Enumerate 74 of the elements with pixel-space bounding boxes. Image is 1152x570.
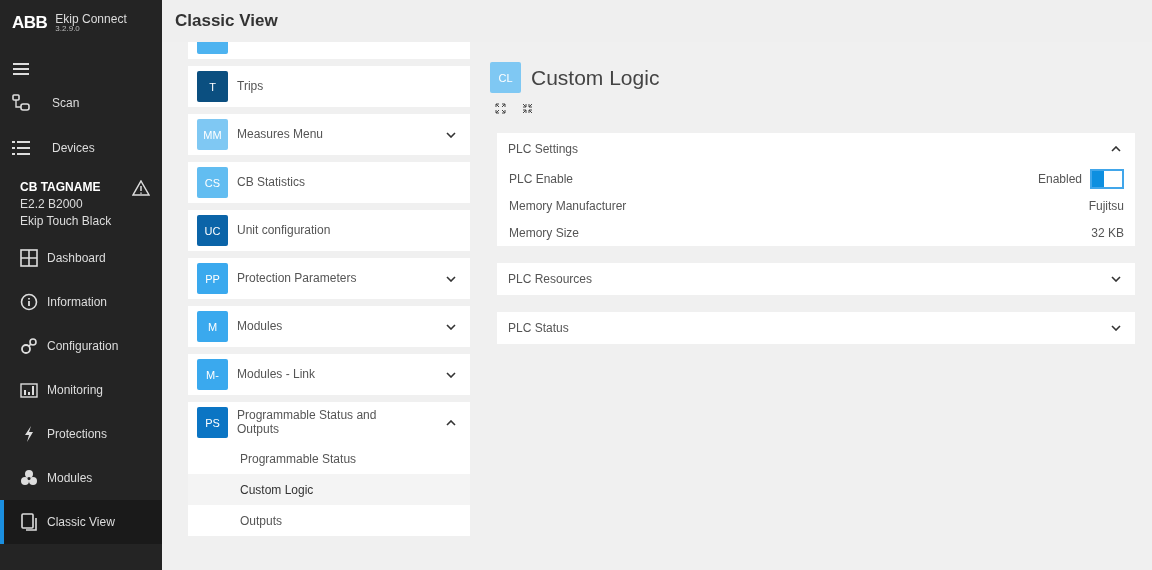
- menu-label: Modules - Link: [237, 367, 317, 382]
- app-version: 3.2.9.0: [55, 25, 81, 34]
- submenu-item[interactable]: Custom Logic: [188, 474, 470, 505]
- setting-value: Enabled: [1037, 171, 1082, 186]
- chevron-icon[interactable]: [446, 371, 456, 378]
- toggle-switch[interactable]: [1090, 168, 1124, 189]
- grid-icon: [20, 249, 38, 267]
- menu-badge: M-: [197, 359, 228, 390]
- menu-label: Programmable Status and Outputs: [237, 408, 378, 437]
- chevron-icon[interactable]: [446, 419, 456, 426]
- menu-label: Trips: [237, 79, 265, 94]
- sidebar-item[interactable]: Monitoring: [0, 368, 162, 412]
- menu-card[interactable]: CS CB Statistics: [188, 162, 470, 203]
- menu-badge: UC: [197, 215, 228, 246]
- menu-icon[interactable]: [13, 62, 29, 76]
- setting-label: Memory Size: [509, 225, 580, 240]
- menu-label: Protection Parameters: [237, 271, 358, 286]
- menu-label: Measures Menu: [237, 127, 325, 142]
- sidebar-item[interactable]: Modules: [0, 456, 162, 500]
- panel-title[interactable]: PLC Status: [508, 321, 569, 335]
- chevron-icon[interactable]: [446, 323, 456, 330]
- app-name: Ekip Connect: [55, 12, 127, 26]
- menu-card[interactable]: MM Measures Menu: [188, 114, 470, 155]
- pages-icon: [20, 513, 38, 531]
- collapse-icon[interactable]: [522, 103, 533, 114]
- menu-badge: PP: [197, 263, 228, 294]
- device-unit: Ekip Touch Black: [20, 214, 112, 228]
- chevron-icon[interactable]: [446, 131, 456, 138]
- menu-badge: CS: [197, 167, 228, 198]
- sidebar-item[interactable]: Classic View: [0, 500, 162, 544]
- cube-cluster-icon: [20, 469, 38, 487]
- menu-label: CB Statistics: [237, 175, 306, 190]
- submenu-item[interactable]: Programmable Status: [188, 443, 470, 474]
- sidebar-item[interactable]: Devices: [0, 125, 162, 170]
- menu-card[interactable]: T Trips: [188, 66, 470, 107]
- menu-label: Unit configuration: [237, 223, 332, 238]
- menu-card[interactable]: M- Modules - Link: [188, 354, 470, 395]
- panel-title[interactable]: PLC Resources: [508, 272, 593, 286]
- sidebar-item[interactable]: Configuration: [0, 324, 162, 368]
- chevron-icon[interactable]: [446, 275, 456, 282]
- chevron-icon[interactable]: [1111, 146, 1121, 152]
- section-title: Custom Logic: [531, 65, 660, 90]
- sidebar-item[interactable]: Scan: [0, 80, 162, 125]
- info-icon: [20, 293, 38, 311]
- abb-logo: ABB: [12, 13, 48, 33]
- menu-label: Modules: [237, 319, 284, 334]
- chevron-icon[interactable]: [1111, 325, 1121, 331]
- menu-card[interactable]: PS Programmable Status and Outputs Programmable Status Custom Logic Outputs: [188, 402, 470, 536]
- menu-badge: M: [197, 311, 228, 342]
- sidebar-item[interactable]: Dashboard: [0, 236, 162, 280]
- menu-badge: T: [197, 71, 228, 102]
- expand-icon[interactable]: [495, 103, 506, 114]
- device-model: E2.2 B2000: [20, 197, 84, 211]
- device-tag: CB TAGNAME: [20, 180, 112, 194]
- menu-badge: PS: [197, 407, 228, 438]
- setting-value: Fujitsu: [1088, 198, 1124, 213]
- chevron-icon[interactable]: [1111, 276, 1121, 282]
- menu-badge: MM: [197, 119, 228, 150]
- list-icon: [12, 139, 30, 156]
- setting-value: 32 KB: [1091, 225, 1124, 240]
- page-badge: CL: [490, 62, 521, 93]
- network-icon: [12, 93, 30, 112]
- sidebar-item[interactable]: Protections: [0, 412, 162, 456]
- sidebar-item[interactable]: Information: [0, 280, 162, 324]
- panel-title[interactable]: PLC Settings: [508, 142, 579, 156]
- page-title: Classic View: [175, 11, 278, 31]
- menu-card[interactable]: M Modules: [188, 306, 470, 347]
- setting-label: PLC Enable: [509, 171, 575, 186]
- setting-label: Memory Manufacturer: [509, 198, 628, 213]
- menu-card[interactable]: UC Unit configuration: [188, 210, 470, 251]
- bar-chart-icon: [20, 381, 38, 399]
- menu-card[interactable]: PP Protection Parameters: [188, 258, 470, 299]
- link-icon: [20, 337, 38, 355]
- submenu-item[interactable]: Outputs: [188, 505, 470, 536]
